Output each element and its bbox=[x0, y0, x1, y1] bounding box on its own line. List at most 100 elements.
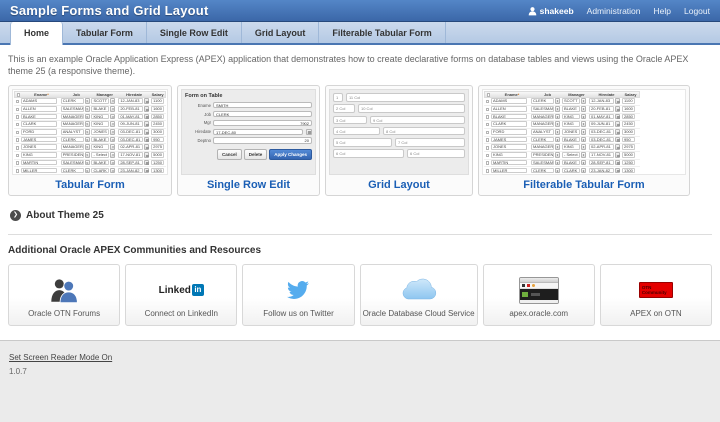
calendar-icon bbox=[144, 98, 149, 104]
expand-chevron-icon[interactable] bbox=[10, 210, 21, 221]
job-select: CLERK bbox=[61, 168, 84, 174]
dropdown-icon bbox=[85, 137, 90, 143]
col-header-ename: Ename* bbox=[492, 92, 532, 97]
dropdown-icon bbox=[85, 168, 90, 174]
cloud-service-label[interactable]: Oracle Database Cloud Service bbox=[363, 309, 475, 318]
row-checkbox-cell bbox=[14, 169, 21, 173]
row-checkbox-cell bbox=[14, 138, 21, 142]
about-theme-label: About Theme 25 bbox=[26, 210, 104, 221]
tab-tabular-form[interactable]: Tabular Form bbox=[63, 22, 147, 43]
col-header-salary: Salary bbox=[150, 92, 165, 97]
salary-field: 950 bbox=[622, 137, 635, 143]
card-apex-on-otn[interactable]: OTN Community APEX on OTN bbox=[600, 264, 712, 326]
table-row: ALLEN SALESMAN BLAKE 20-FEB-81 1600 bbox=[14, 106, 166, 114]
ename-cell: ALLEN bbox=[491, 106, 531, 113]
table-row: JONES MANAGER KING 02-APR-81 2975 bbox=[484, 144, 640, 152]
card-twitter[interactable]: Follow us on Twitter bbox=[242, 264, 354, 326]
hiredate-cell: 20-FEB-81 bbox=[118, 106, 151, 113]
row-checkbox-cell bbox=[14, 108, 21, 112]
otn-forums-label[interactable]: Oracle OTN Forums bbox=[28, 309, 100, 318]
card-apex-oracle-com[interactable]: apex.oracle.com bbox=[483, 264, 595, 326]
manager-select: KING bbox=[91, 144, 109, 150]
ename-cell: ADAMS bbox=[491, 98, 531, 105]
salary-field: 2850 bbox=[151, 114, 164, 120]
screen-reader-mode-link[interactable]: Set Screen Reader Mode On bbox=[9, 353, 112, 362]
emp-table-header: Ename* Job Manager Hiredate Salary bbox=[484, 91, 640, 98]
job-cell: SALESMAN bbox=[531, 160, 562, 167]
dropdown-icon bbox=[85, 106, 90, 112]
tab-grid-layout[interactable]: Grid Layout bbox=[242, 22, 320, 43]
calendar-icon bbox=[144, 129, 149, 135]
job-cell: PRESIDENT bbox=[61, 152, 92, 159]
ename-field: ADAMS bbox=[491, 98, 527, 104]
card-otn-forums[interactable]: Oracle OTN Forums bbox=[8, 264, 120, 326]
card-linkedin[interactable]: Linked in Connect on LinkedIn bbox=[125, 264, 237, 326]
manager-cell: BLAKE bbox=[562, 160, 589, 167]
dropdown-icon bbox=[85, 160, 90, 166]
user-icon bbox=[528, 6, 537, 16]
hiredate-cell: 17-NOV-81 bbox=[118, 152, 151, 159]
manager-select: CLARK bbox=[91, 168, 109, 174]
twitter-label[interactable]: Follow us on Twitter bbox=[263, 309, 334, 318]
ename-cell: JONES bbox=[491, 144, 531, 151]
grid-field: 4 Col bbox=[333, 127, 380, 136]
tab-home[interactable]: Home bbox=[10, 22, 63, 45]
apex-oracle-label[interactable]: apex.oracle.com bbox=[509, 309, 568, 318]
salary-cell: 2450 bbox=[622, 121, 637, 128]
about-theme-region[interactable]: About Theme 25 bbox=[10, 210, 712, 221]
card-grid-layout[interactable]: 1 Col 11 Col 2 Col 10 Col 3 Col 9 Col 4 … bbox=[325, 85, 473, 196]
apex-on-otn-label[interactable]: APEX on OTN bbox=[630, 309, 682, 318]
job-input: CLERK bbox=[213, 111, 312, 117]
cloud-icon bbox=[398, 277, 440, 303]
manager-cell: BLAKE bbox=[562, 106, 589, 113]
row-checkbox-cell bbox=[484, 138, 491, 142]
deptno-label: Deptno bbox=[185, 138, 211, 143]
job-cell: MANAGER bbox=[61, 121, 92, 128]
manager-select: KING bbox=[562, 114, 580, 120]
tab-bar: Home Tabular Form Single Row Edit Grid L… bbox=[0, 22, 720, 45]
page-footer: Set Screen Reader Mode On 1.0.7 bbox=[0, 340, 720, 422]
dropdown-icon bbox=[555, 144, 560, 150]
card-filterable-tabular-form[interactable]: Ename* Job Manager Hiredate Salary ADAMS… bbox=[478, 85, 690, 196]
col-header-manager: Manager bbox=[563, 92, 590, 97]
salary-cell: 5000 bbox=[151, 152, 166, 159]
card-single-row-edit[interactable]: Form on Table Ename SMITH Job CLERK Mgr … bbox=[177, 85, 320, 196]
tabular-form-link[interactable]: Tabular Form bbox=[12, 175, 168, 192]
filterable-tabular-form-link[interactable]: Filterable Tabular Form bbox=[482, 175, 686, 192]
cancel-button: Cancel bbox=[217, 149, 242, 160]
manager-cell: CLARK bbox=[562, 168, 589, 175]
administration-link[interactable]: Administration bbox=[587, 6, 641, 16]
tab-filterable-tabular-form[interactable]: Filterable Tabular Form bbox=[319, 22, 445, 43]
linkedin-in-icon: in bbox=[192, 284, 204, 296]
row-checkbox-cell bbox=[484, 123, 491, 127]
checkbox-icon bbox=[486, 169, 490, 173]
job-cell: MANAGER bbox=[61, 114, 92, 121]
salary-cell: 3000 bbox=[151, 129, 166, 136]
salary-cell: 950 bbox=[151, 137, 166, 144]
card-cloud-service[interactable]: Oracle Database Cloud Service bbox=[360, 264, 478, 326]
job-select: SALESMAN bbox=[531, 160, 554, 166]
calendar-icon bbox=[144, 137, 149, 143]
manager-select: KING bbox=[562, 144, 580, 150]
salary-field: 2450 bbox=[622, 121, 635, 127]
dropdown-icon bbox=[555, 114, 560, 120]
linkedin-label[interactable]: Connect on LinkedIn bbox=[145, 309, 218, 318]
dropdown-icon bbox=[555, 98, 560, 104]
calendar-icon bbox=[144, 114, 149, 120]
table-row: BLAKE MANAGER KING 01-MAY-81 2850 bbox=[14, 114, 166, 122]
card-tabular-form[interactable]: Ename* Job Manager Hiredate Salary ADAMS… bbox=[8, 85, 172, 196]
ename-cell: JONES bbox=[21, 144, 61, 151]
dropdown-icon bbox=[581, 137, 586, 143]
tab-single-row-edit[interactable]: Single Row Edit bbox=[147, 22, 242, 43]
salary-cell: 950 bbox=[622, 137, 637, 144]
manager-select: CLARK bbox=[562, 168, 580, 174]
page-title: Sample Forms and Grid Layout bbox=[10, 3, 208, 18]
logout-link[interactable]: Logout bbox=[684, 6, 710, 16]
required-marker: * bbox=[518, 92, 520, 97]
salary-field: 1100 bbox=[151, 98, 164, 104]
table-row: FORD ANALYST JONES 03-DEC-81 3000 bbox=[484, 129, 640, 137]
grid-layout-link[interactable]: Grid Layout bbox=[329, 175, 469, 192]
single-row-edit-link[interactable]: Single Row Edit bbox=[181, 175, 316, 192]
hiredate-field: 09-JUN-81 bbox=[589, 121, 614, 127]
help-link[interactable]: Help bbox=[654, 6, 671, 16]
